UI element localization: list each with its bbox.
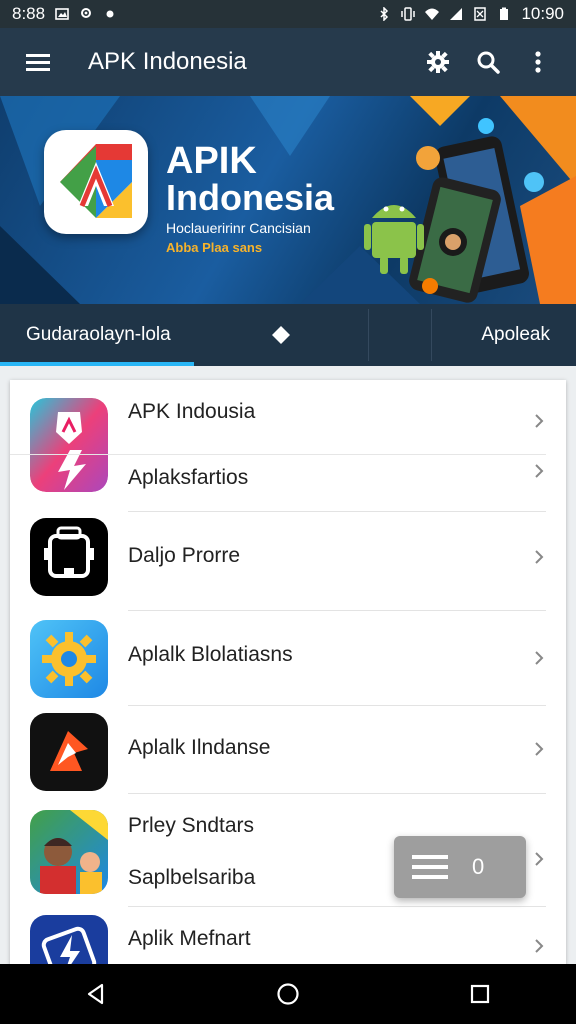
- list-item-label: Daljo Prorre: [128, 544, 241, 567]
- list-item-label: Aplalk Blolatiasns: [128, 643, 293, 666]
- location-icon: [81, 8, 92, 18]
- overflow-menu-icon[interactable]: [516, 40, 560, 84]
- recents-icon[interactable]: [450, 964, 510, 1024]
- app-icon-ilndanse: [30, 713, 108, 791]
- dot-icon: [106, 10, 114, 18]
- hamburger-menu-icon[interactable]: [16, 40, 60, 84]
- chevron-right-icon: [535, 852, 544, 866]
- back-icon[interactable]: [66, 964, 126, 1024]
- settings-gear-icon[interactable]: [416, 40, 460, 84]
- floating-menu-button[interactable]: 0: [394, 836, 526, 898]
- list-item-aplik-mefnart[interactable]: Aplik Mefnart: [10, 907, 566, 970]
- app-icon-gear: [30, 620, 108, 698]
- tab-gudaraolayn-lola[interactable]: Gudaraolayn-lola: [0, 304, 194, 366]
- chevron-right-icon: [535, 742, 544, 756]
- banner-subtitle: Hoclaueririnr Cancisian: [166, 220, 311, 236]
- status-time-left: 8:88: [12, 4, 46, 23]
- tab-label: Apoleak: [481, 324, 550, 345]
- status-bar: 8:88 10:90: [0, 0, 576, 28]
- status-time-right: 10:90: [521, 4, 564, 23]
- bluetooth-icon: [380, 7, 389, 21]
- home-icon[interactable]: [258, 964, 318, 1024]
- list-item-label: Prley Sndtars: [128, 814, 255, 837]
- banner-title-line2: Indonesia: [166, 177, 335, 218]
- app-icon-mefnart: [30, 915, 108, 970]
- banner-title-line1: APIK: [166, 140, 257, 182]
- tab-diamond[interactable]: [194, 304, 368, 366]
- app-icon-daljo-prorre: [30, 518, 108, 596]
- chevron-right-icon: [535, 464, 544, 478]
- app-bar: APK Indonesia: [0, 28, 576, 96]
- list-item-aplalk-blolatiasns[interactable]: Aplalk Blolatiasns: [10, 611, 566, 705]
- list-item-aplalk-ilndanse[interactable]: Aplalk Ilndanse: [10, 706, 566, 794]
- battery-icon: [500, 7, 509, 20]
- chevron-right-icon: [535, 550, 544, 564]
- chevron-right-icon: [535, 414, 544, 428]
- list-item-label: Aplaksfartios: [128, 466, 249, 489]
- apk-indonesia-logo: [44, 130, 148, 234]
- status-bar-left: 8:88: [12, 4, 117, 24]
- search-icon[interactable]: [466, 40, 510, 84]
- list-item-sublabel: Saplbelsariba: [128, 866, 256, 889]
- chevron-right-icon: [535, 651, 544, 665]
- app-icon-apk-indousia: [30, 398, 108, 492]
- app-title: APK Indonesia: [88, 48, 247, 75]
- list-item-label: APK Indousia: [128, 400, 256, 423]
- vibrate-icon: [401, 7, 416, 21]
- wifi-icon: [425, 8, 440, 20]
- status-bar-right: 10:90: [377, 4, 564, 24]
- tab-empty[interactable]: [369, 304, 431, 366]
- diamond-icon: [272, 326, 290, 344]
- banner-tagline: Abba Plaa sans: [166, 240, 263, 255]
- list-item-label: Aplik Mefnart: [128, 927, 251, 950]
- signal-icon: [450, 8, 463, 20]
- promo-banner[interactable]: APIK Indonesia Hoclaueririnr Cancisian A…: [0, 96, 576, 304]
- app-icon-prley-sndtars: [30, 810, 108, 894]
- image-icon: [55, 8, 69, 20]
- floating-button-value: 0: [472, 854, 485, 879]
- chevron-right-icon: [535, 939, 544, 953]
- hamburger-menu-icon: [412, 855, 448, 879]
- list-item-daljo-prorre[interactable]: Daljo Prorre: [10, 512, 566, 610]
- list-item-label: Aplalk Ilndanse: [128, 736, 271, 759]
- system-nav-bar: [0, 964, 576, 1024]
- tab-bar: Gudaraolayn-lola Apoleak: [0, 304, 576, 366]
- tab-label: Gudaraolayn-lola: [26, 324, 171, 345]
- row-divider: [10, 454, 546, 455]
- tab-apoleak[interactable]: Apoleak: [432, 304, 576, 366]
- nosim-icon: [474, 7, 487, 21]
